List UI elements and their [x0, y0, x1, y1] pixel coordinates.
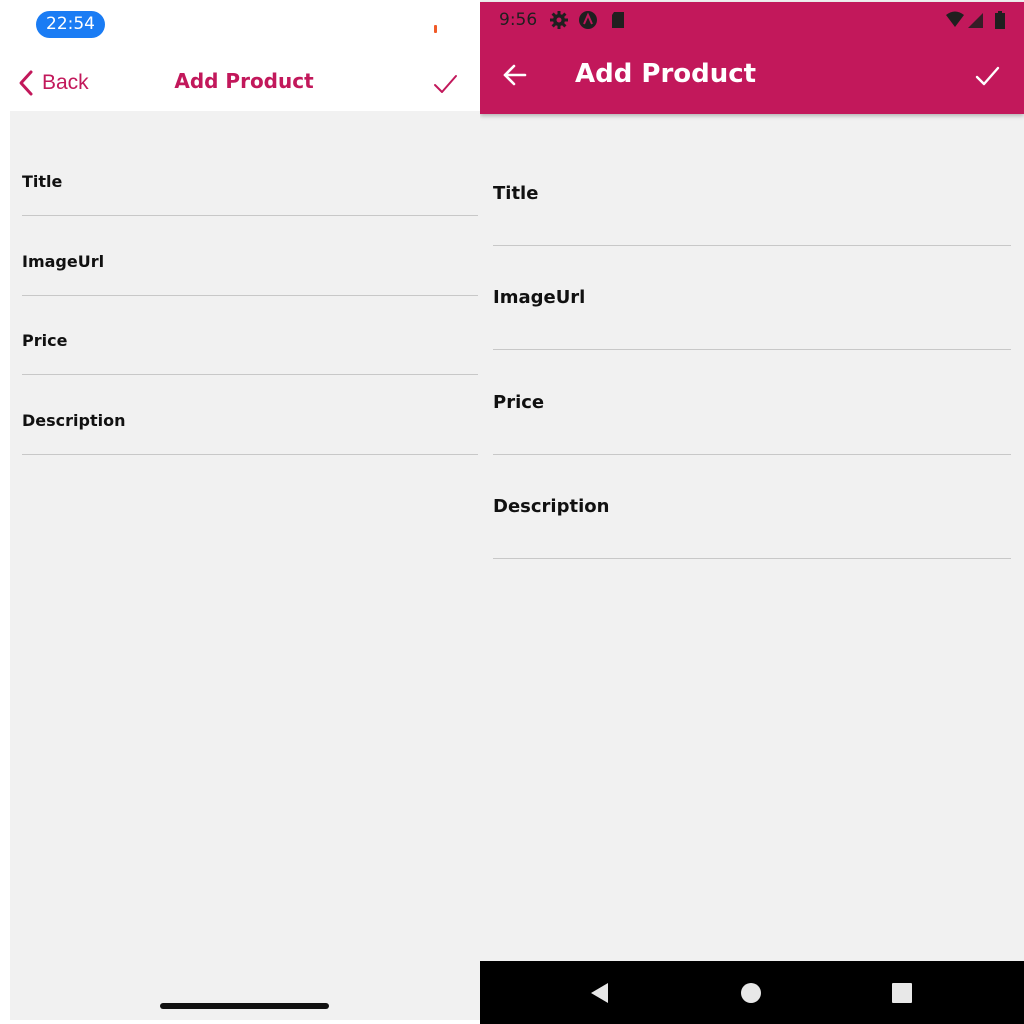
- android-screen: 9:56 Add Product Title ImageUrl Price De…: [480, 0, 1024, 1024]
- sd-card-icon: [612, 12, 624, 28]
- ios-navigation-bar: Back Add Product: [0, 55, 480, 111]
- back-triangle-icon[interactable]: [588, 981, 612, 1005]
- page-title: Add Product: [575, 59, 757, 89]
- arrow-back-icon[interactable]: [502, 62, 528, 88]
- status-time: 22:54: [36, 11, 105, 38]
- home-indicator[interactable]: [160, 1003, 329, 1009]
- page-title: Add Product: [174, 69, 314, 93]
- price-field[interactable]: Price: [22, 294, 478, 375]
- description-input[interactable]: [22, 374, 478, 454]
- ios-screen: 22:54 Back Add Product Title ImageUrl Pr…: [0, 0, 480, 1024]
- image-url-field[interactable]: ImageUrl: [22, 215, 478, 296]
- title-field[interactable]: Title: [22, 135, 478, 216]
- title-input[interactable]: [493, 141, 1011, 245]
- status-time: 9:56: [499, 10, 538, 30]
- android-navigation-bar: [480, 961, 1024, 1024]
- android-app-bar: 9:56 Add Product: [480, 2, 1024, 114]
- cell-signal-icon: [968, 13, 983, 28]
- checkmark-icon[interactable]: [432, 71, 458, 97]
- checkmark-icon[interactable]: [974, 63, 1000, 89]
- title-input[interactable]: [22, 135, 478, 215]
- recents-square-icon[interactable]: [890, 981, 914, 1005]
- image-url-input[interactable]: [493, 245, 1011, 349]
- app-badge-icon: [579, 11, 597, 29]
- price-field[interactable]: Price: [493, 350, 1011, 455]
- battery-icon: [995, 11, 1005, 29]
- image-url-input[interactable]: [22, 215, 478, 295]
- description-input[interactable]: [493, 454, 1011, 558]
- price-input[interactable]: [22, 294, 478, 374]
- description-field[interactable]: Description: [22, 374, 478, 455]
- description-field[interactable]: Description: [493, 454, 1011, 559]
- image-url-field[interactable]: ImageUrl: [493, 245, 1011, 350]
- form-area: Title ImageUrl Price Description: [10, 111, 480, 1020]
- title-field[interactable]: Title: [493, 141, 1011, 246]
- recording-indicator: [434, 25, 437, 33]
- ios-status-bar: 22:54: [0, 0, 480, 50]
- price-input[interactable]: [493, 350, 1011, 454]
- settings-icon: [550, 11, 568, 29]
- wifi-icon: [946, 11, 964, 27]
- home-circle-icon[interactable]: [739, 981, 763, 1005]
